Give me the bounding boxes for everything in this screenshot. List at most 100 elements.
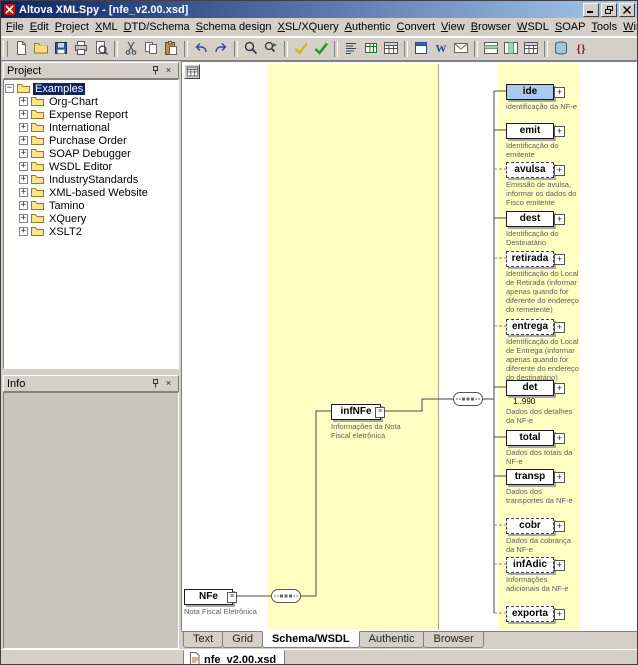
expand-icon[interactable]: + xyxy=(554,254,565,265)
expand-icon[interactable]: + xyxy=(19,162,28,171)
schema-design-view-button[interactable] xyxy=(381,39,401,59)
paste-button[interactable] xyxy=(161,39,181,59)
menu-item-view[interactable]: View xyxy=(438,20,468,34)
collapse-icon[interactable]: − xyxy=(5,84,14,93)
find-button[interactable] xyxy=(241,39,261,59)
close-panel-icon[interactable]: × xyxy=(162,378,175,389)
expand-icon[interactable]: + xyxy=(554,521,565,532)
open-file-button[interactable] xyxy=(31,39,51,59)
expand-icon[interactable]: + xyxy=(554,322,565,333)
tree-item-soap-debugger[interactable]: +SOAP Debugger xyxy=(5,147,177,160)
find-next-button[interactable] xyxy=(261,39,281,59)
element-infadic[interactable]: infAdic+ xyxy=(506,557,554,573)
menu-item-wsdl[interactable]: WSDL xyxy=(514,20,552,34)
element-retirada[interactable]: retirada+ xyxy=(506,251,554,267)
expand-icon[interactable]: + xyxy=(554,472,565,483)
menu-item-tools[interactable]: Tools xyxy=(588,20,620,34)
expand-icon[interactable]: + xyxy=(554,560,565,571)
pin-panel-icon[interactable] xyxy=(149,65,162,76)
cut-button[interactable] xyxy=(121,39,141,59)
element-total[interactable]: total+ xyxy=(506,430,554,446)
expand-icon[interactable]: + xyxy=(554,214,565,225)
pretty-print-button[interactable] xyxy=(341,39,361,59)
copy-button[interactable] xyxy=(141,39,161,59)
insert-column-button[interactable] xyxy=(501,39,521,59)
schema-settings-button[interactable]: 0 16 16"> xyxy=(184,64,200,79)
insert-row-button[interactable] xyxy=(481,39,501,59)
validate-button[interactable] xyxy=(311,39,331,59)
tree-item-expense-report[interactable]: +Expense Report xyxy=(5,108,177,121)
expand-icon[interactable]: + xyxy=(19,188,28,197)
view-tab-schema-wsdl[interactable]: Schema/WSDL xyxy=(262,631,360,648)
element-entrega[interactable]: entrega+ xyxy=(506,319,554,335)
expand-icon[interactable]: + xyxy=(554,87,565,98)
insert-table-button[interactable] xyxy=(521,39,541,59)
browser-view-button[interactable] xyxy=(411,39,431,59)
print-preview-button[interactable] xyxy=(91,39,111,59)
view-tab-text[interactable]: Text xyxy=(183,632,223,648)
toolbar-grip[interactable] xyxy=(3,41,8,57)
element-cobr[interactable]: cobr+ xyxy=(506,518,554,534)
menu-item-soap[interactable]: SOAP xyxy=(552,20,589,34)
menu-item-xsl-xquery[interactable]: XSL/XQuery xyxy=(274,20,341,34)
menu-item-window[interactable]: Window xyxy=(620,20,637,34)
tree-item-tamino[interactable]: +Tamino xyxy=(5,199,177,212)
tree-item-org-chart[interactable]: +Org-Chart xyxy=(5,95,177,108)
element-emit[interactable]: emit+ xyxy=(506,123,554,139)
tree-item-xml-based-website[interactable]: +XML-based Website xyxy=(5,186,177,199)
expand-icon[interactable]: + xyxy=(19,175,28,184)
element-det[interactable]: det+ xyxy=(506,380,554,396)
close-button[interactable] xyxy=(619,3,635,17)
soap-request-button[interactable] xyxy=(451,39,471,59)
restore-button[interactable] xyxy=(601,3,617,17)
menu-item-convert[interactable]: Convert xyxy=(394,20,439,34)
new-file-button[interactable] xyxy=(11,39,31,59)
element-avulsa[interactable]: avulsa+ xyxy=(506,162,554,178)
tree-item-international[interactable]: +International xyxy=(5,121,177,134)
tree-item-xslt2[interactable]: +XSLT2 xyxy=(5,225,177,238)
menu-item-schema-design[interactable]: Schema design xyxy=(193,20,275,34)
sequence-compositor-root[interactable] xyxy=(271,589,301,603)
document-tab-active[interactable]: nfe_v2.00.xsd xyxy=(183,650,285,665)
wsdl-editor-button[interactable]: W xyxy=(431,39,451,59)
menu-item-project[interactable]: Project xyxy=(52,20,92,34)
print-button[interactable] xyxy=(71,39,91,59)
tree-item-industrystandards[interactable]: +IndustryStandards xyxy=(5,173,177,186)
expand-icon[interactable]: + xyxy=(19,214,28,223)
expand-icon[interactable]: + xyxy=(19,97,28,106)
menu-item-file[interactable]: File xyxy=(3,20,27,34)
tree-item-examples[interactable]: −Examples xyxy=(5,82,177,95)
view-tab-grid[interactable]: Grid xyxy=(222,632,263,648)
expand-icon[interactable]: + xyxy=(554,609,565,620)
expand-icon[interactable]: + xyxy=(19,201,28,210)
view-tab-browser[interactable]: Browser xyxy=(423,632,483,648)
menu-item-dtd-schema[interactable]: DTD/Schema xyxy=(121,20,193,34)
minimize-button[interactable] xyxy=(583,3,599,17)
element-dest[interactable]: dest+ xyxy=(506,211,554,227)
tree-item-wsdl-editor[interactable]: +WSDL Editor xyxy=(5,160,177,173)
menu-item-authentic[interactable]: Authentic xyxy=(342,20,394,34)
expand-icon[interactable]: + xyxy=(19,123,28,132)
undo-button[interactable] xyxy=(191,39,211,59)
expand-icon[interactable]: + xyxy=(19,110,28,119)
expand-icon[interactable]: + xyxy=(554,433,565,444)
expand-icon[interactable]: + xyxy=(554,383,565,394)
element-infnfe[interactable]: infNFe≡ xyxy=(331,404,381,420)
view-tab-authentic[interactable]: Authentic xyxy=(359,632,425,648)
redo-button[interactable] xyxy=(211,39,231,59)
tree-item-xquery[interactable]: +XQuery xyxy=(5,212,177,225)
close-panel-icon[interactable]: × xyxy=(162,65,175,76)
save-file-button[interactable] xyxy=(51,39,71,59)
database-import-button[interactable] xyxy=(551,39,571,59)
menu-item-xml[interactable]: XML xyxy=(92,20,121,34)
grid-view-button[interactable] xyxy=(361,39,381,59)
element-nfe[interactable]: NFe≡ xyxy=(184,589,233,605)
tree-item-purchase-order[interactable]: +Purchase Order xyxy=(5,134,177,147)
menu-item-browser[interactable]: Browser xyxy=(468,20,514,34)
pin-panel-icon[interactable] xyxy=(149,378,162,389)
expand-icon[interactable]: + xyxy=(554,126,565,137)
element-ide[interactable]: ide+ xyxy=(506,84,554,100)
element-exporta[interactable]: exporta+ xyxy=(506,606,554,622)
sequence-compositor-infnfe[interactable] xyxy=(453,392,483,406)
expand-icon[interactable]: + xyxy=(19,136,28,145)
